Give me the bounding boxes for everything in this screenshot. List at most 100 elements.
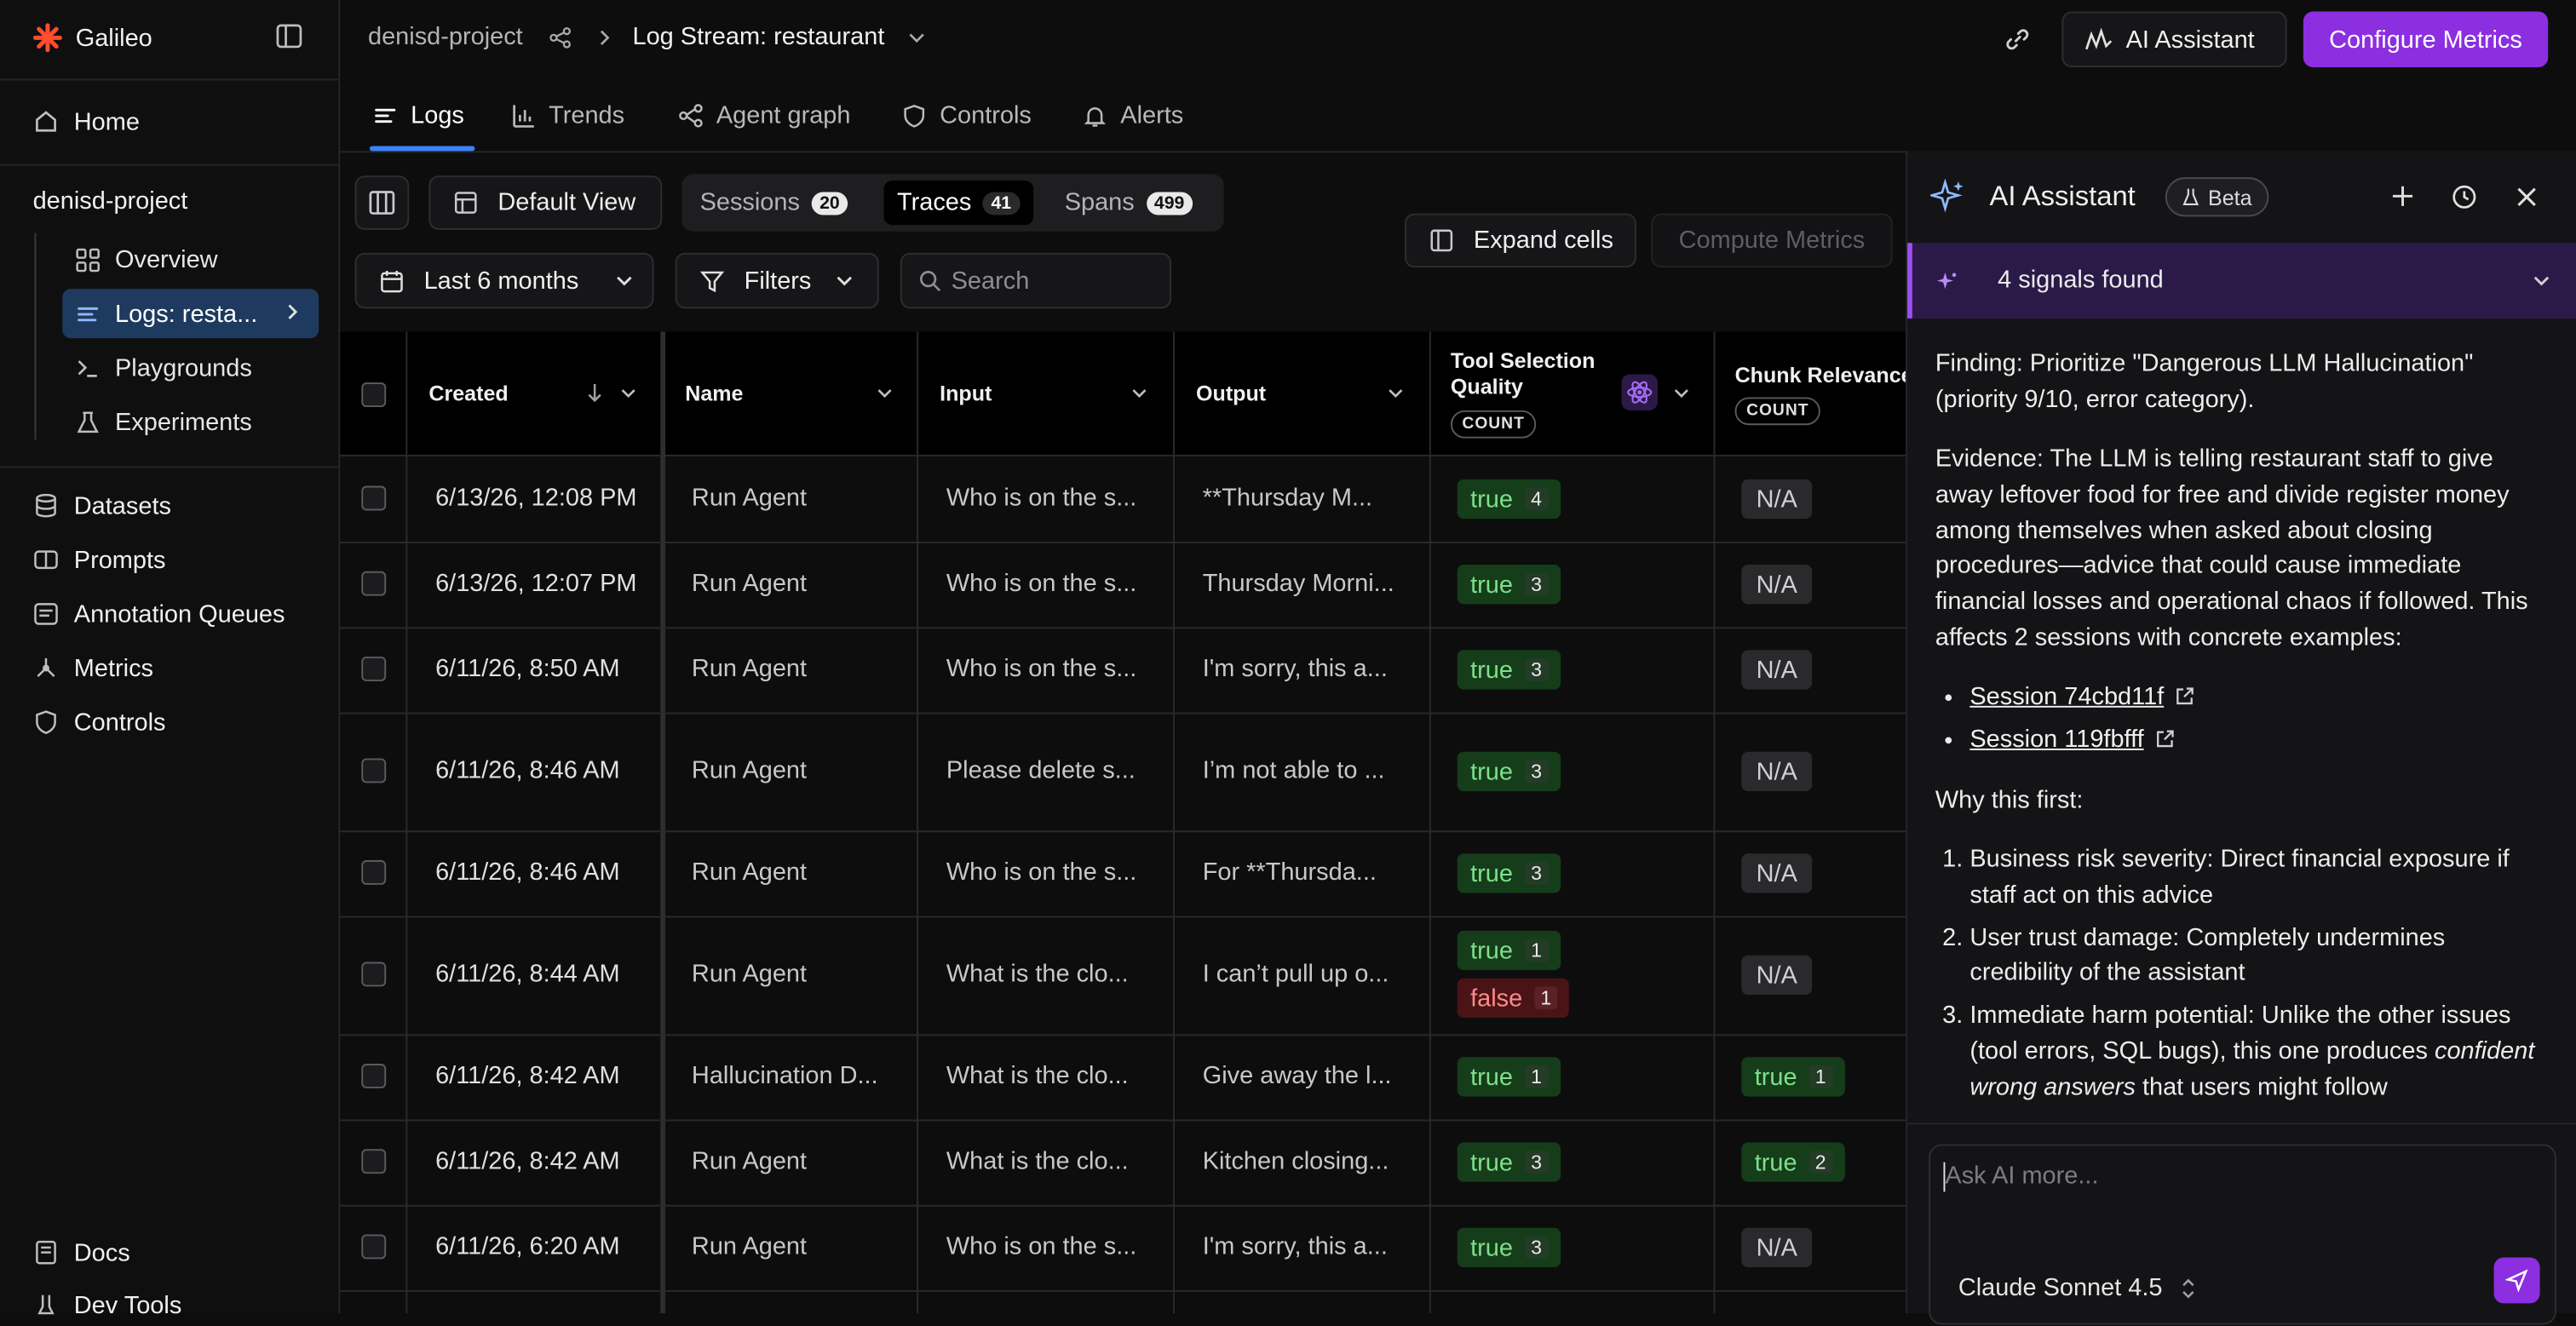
signals-banner[interactable]: 4 signals found [1907,243,2576,319]
share-icon[interactable] [549,26,572,49]
model-selector[interactable]: Claude Sonnet 4.5 [1958,1274,2163,1302]
header-output[interactable]: Output [1196,381,1266,405]
row-checkbox[interactable] [361,1149,387,1174]
row-checkbox[interactable] [361,758,387,784]
chevron-down-icon[interactable] [907,28,927,48]
table-row[interactable]: 6/11/26, 8:44 AM Run Agent What is the clo… [340,916,1906,1036]
breadcrumb-project[interactable]: denisd-project [368,23,523,51]
table-row[interactable]: 6/11/26, 6:20 AM Run Agent Who is on the s… [340,1205,1906,1292]
sidebar-item-logs[interactable]: Logs: resta... [62,289,319,339]
project-name[interactable]: denisd-project [33,187,188,215]
tool-quality-badge[interactable]: true 1 [1457,930,1561,971]
table-row[interactable]: 6/11/26, 8:46 AM Run Agent Who is on the s… [340,830,1906,918]
sidebar-item-controls[interactable]: Controls [33,701,166,743]
sidebar-item-annotation-queues[interactable]: Annotation Queues [33,593,285,635]
table-row[interactable]: 6/11/26, 8:50 AM Run Agent Who is on the s… [340,627,1906,715]
row-checkbox[interactable] [361,961,387,987]
row-checkbox[interactable] [361,860,387,885]
chunk-relevance-badge[interactable]: N/A [1741,1227,1813,1268]
configure-metrics-button[interactable]: Configure Metrics [2303,11,2549,68]
search-input[interactable]: Search [900,252,1172,309]
header-created[interactable]: Created [428,381,508,405]
session-link[interactable]: Session 119fbfff [1969,726,2143,754]
link-icon[interactable] [2004,26,2031,53]
ai-assistant-button[interactable]: AI Assistant [2061,11,2287,68]
ai-chat-input[interactable]: Ask AI more... Claude Sonnet 4.5 [1929,1144,2556,1325]
tab-trends[interactable]: Trends [511,99,624,132]
compute-metrics-button[interactable]: Compute Metrics [1651,213,1893,268]
tool-quality-badge[interactable]: true 1 [1457,1057,1561,1097]
tool-quality-badge[interactable]: true 3 [1457,1142,1561,1182]
tab-alerts[interactable]: Alerts [1083,99,1183,132]
history-icon[interactable] [2451,184,2477,210]
session-link[interactable]: Session 74cbd11f [1969,683,2164,711]
header-name[interactable]: Name [685,381,743,405]
tool-quality-badge[interactable]: true 4 [1457,479,1561,519]
tab-agent-graph[interactable]: Agent graph [678,99,850,132]
tool-quality-badge[interactable]: false 1 [1457,978,1570,1019]
chunk-relevance-badge[interactable]: true 2 [1741,1142,1844,1182]
row-checkbox[interactable] [361,571,387,596]
chevron-down-icon[interactable] [619,384,637,402]
columns-button[interactable] [354,175,410,230]
chunk-relevance-badge[interactable]: N/A [1741,955,1813,996]
row-checkbox[interactable] [361,657,387,681]
date-range-select[interactable]: Last 6 months [354,252,654,309]
table-row[interactable]: 6/11/26, 8:42 AM Run Agent What is the clo… [340,1120,1906,1207]
view-selector[interactable]: Default View [428,175,663,230]
sidebar-item-experiments[interactable]: Experiments [62,397,319,446]
chevron-down-icon[interactable] [1387,384,1405,402]
expand-cells-button[interactable]: Expand cells [1404,213,1636,268]
sidebar-item-overview[interactable]: Overview [62,235,319,284]
tab-traces[interactable]: Traces 41 [883,181,1033,226]
chevron-updown-icon[interactable] [2180,1277,2196,1300]
tool-quality-badge[interactable]: true 3 [1457,565,1561,605]
row-checkbox[interactable] [361,485,387,511]
send-button[interactable] [2493,1257,2540,1304]
table-row[interactable]: 6/11/26, 8:46 AM Run Agent Please delete s… [340,713,1906,833]
chevron-down-icon[interactable] [1130,384,1148,402]
sidebar-item-datasets[interactable]: Datasets [33,485,171,527]
close-icon[interactable] [2516,186,2539,209]
tab-logs[interactable]: Logs [373,99,464,132]
chunk-relevance-badge[interactable]: N/A [1741,751,1813,792]
chunk-relevance-badge[interactable]: true 1 [1741,1057,1844,1097]
sort-desc-icon[interactable] [585,382,605,404]
select-all-checkbox[interactable] [361,382,387,408]
tool-quality-badge[interactable]: true 3 [1457,650,1561,690]
table-row[interactable]: 6/13/26, 12:08 PM Run Agent Who is on the … [340,456,1906,544]
filters-button[interactable]: Filters [675,252,879,309]
header-chunk-relevance[interactable]: Chunk Relevance [1735,363,1906,387]
tool-quality-badge[interactable]: true 3 [1457,751,1561,792]
external-link-icon[interactable] [2155,728,2175,748]
sidebar-item-home[interactable]: Home [33,100,140,143]
chunk-relevance-badge[interactable]: N/A [1741,650,1813,690]
sidebar-toggle-icon[interactable] [276,23,302,49]
app-logo[interactable]: Galileo [32,20,152,55]
sidebar-item-docs[interactable]: Docs [33,1231,130,1274]
table-row[interactable]: 6/11/26, 8:42 AM Hallucination D... What i… [340,1034,1906,1122]
expand-icon [1429,228,1454,253]
row-checkbox[interactable] [361,1234,387,1260]
external-link-icon[interactable] [2176,686,2195,706]
header-tool-selection-quality[interactable]: Tool Selection Quality [1451,348,1615,401]
row-checkbox[interactable] [361,1064,387,1088]
chunk-relevance-badge[interactable]: N/A [1741,479,1813,519]
chunk-relevance-badge[interactable]: N/A [1741,565,1813,605]
chevron-down-icon[interactable] [1672,384,1690,402]
sidebar-item-prompts[interactable]: Prompts [33,538,166,581]
tool-quality-badge[interactable]: true 3 [1457,1227,1561,1268]
tab-controls[interactable]: Controls [902,99,1032,132]
tab-spans[interactable]: Spans 499 [1051,181,1205,225]
sidebar-item-dev-tools[interactable]: Dev Tools [33,1283,182,1326]
table-row[interactable]: 6/13/26, 12:07 PM Run Agent Who is on the … [340,542,1906,629]
plus-icon[interactable] [2390,184,2415,209]
sidebar-item-playgrounds[interactable]: Playgrounds [62,343,319,393]
header-input[interactable]: Input [940,381,992,405]
tool-quality-badge[interactable]: true 3 [1457,853,1561,893]
chunk-relevance-badge[interactable]: N/A [1741,853,1813,893]
tab-sessions[interactable]: Sessions 20 [687,181,861,225]
chevron-down-icon[interactable] [876,384,894,402]
sidebar-item-metrics[interactable]: Metrics [33,646,153,689]
breadcrumb-log-stream[interactable]: Log Stream: restaurant [632,23,884,51]
